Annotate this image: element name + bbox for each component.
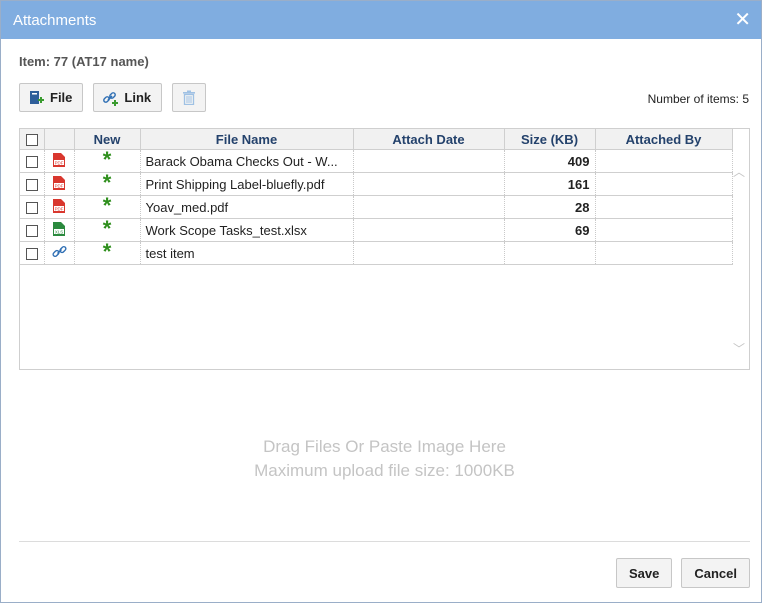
link-icon	[51, 245, 67, 258]
table-row[interactable]: XLS * Work Scope Tasks_test.xlsx 69	[20, 218, 733, 242]
add-file-button[interactable]: File	[19, 83, 84, 112]
attachments-dialog: Attachments ✕ Item: 77 (AT17 name) File …	[0, 0, 762, 603]
pdf-icon: PDF	[53, 152, 65, 167]
pdf-icon: PDF	[53, 198, 65, 213]
new-star-icon: *	[102, 218, 112, 241]
size-cell: 409	[504, 149, 596, 173]
new-star-icon: *	[102, 241, 112, 264]
svg-text:XLS: XLS	[55, 229, 63, 234]
row-checkbox[interactable]	[25, 156, 38, 169]
trash-icon	[183, 90, 196, 105]
file-upload-icon	[30, 90, 44, 104]
max-size-text: Maximum upload file size: 1000KB	[254, 461, 515, 480]
new-star-icon: *	[102, 149, 112, 172]
file-name-cell[interactable]: Print Shipping Label-bluefly.pdf	[140, 172, 354, 196]
row-checkbox[interactable]	[25, 179, 38, 192]
attached-by-cell	[595, 149, 733, 173]
drop-zone-text: Drag Files Or Paste Image Here	[263, 437, 506, 456]
attach-date-cell	[353, 195, 505, 219]
table-row[interactable]: PDF * Barack Obama Checks Out - W... 409	[20, 149, 733, 173]
row-checkbox[interactable]	[25, 248, 38, 261]
item-count: Number of items: 5	[647, 92, 749, 106]
size-cell: 28	[504, 195, 596, 219]
attached-by-cell	[595, 241, 733, 265]
row-checkbox[interactable]	[25, 202, 38, 215]
scroll-down-icon[interactable]: ﹀	[733, 340, 745, 357]
grid-header-row: New File Name Attach Date Size (KB) Atta…	[20, 129, 733, 150]
attach-date-cell	[353, 241, 505, 265]
file-button-label: File	[50, 90, 73, 105]
table-row[interactable]: * test item	[20, 241, 733, 265]
file-name-cell[interactable]: test item	[140, 241, 354, 265]
save-button[interactable]: Save	[615, 558, 673, 588]
table-row[interactable]: PDF * Print Shipping Label-bluefly.pdf 1…	[20, 172, 733, 196]
header-file-name[interactable]: File Name	[140, 129, 354, 150]
attach-date-cell	[353, 218, 505, 242]
svg-text:PDF: PDF	[55, 160, 64, 165]
header-attached-by[interactable]: Attached By	[595, 129, 733, 150]
xlsx-icon: XLS	[53, 221, 65, 236]
delete-button[interactable]	[172, 83, 207, 112]
file-name-cell[interactable]: Yoav_med.pdf	[140, 195, 354, 219]
dialog-actions: Save Cancel	[615, 558, 750, 588]
new-star-icon: *	[102, 172, 112, 195]
header-size[interactable]: Size (KB)	[504, 129, 596, 150]
attached-by-cell	[595, 195, 733, 219]
scroll-up-icon[interactable]: ︿	[733, 163, 745, 180]
size-cell: 69	[504, 218, 596, 242]
new-star-icon: *	[102, 195, 112, 218]
attach-date-cell	[353, 149, 505, 173]
link-add-icon	[103, 91, 119, 106]
attachments-grid: New File Name Attach Date Size (KB) Atta…	[19, 128, 750, 370]
header-new[interactable]: New	[74, 129, 141, 150]
select-all-checkbox[interactable]	[25, 134, 38, 147]
select-all-header[interactable]	[20, 129, 45, 150]
close-icon[interactable]: ✕	[734, 10, 751, 30]
table-row[interactable]: PDF * Yoav_med.pdf 28	[20, 195, 733, 219]
type-header	[44, 129, 75, 150]
cancel-button[interactable]: Cancel	[681, 558, 750, 588]
header-attach-date[interactable]: Attach Date	[353, 129, 505, 150]
size-cell	[504, 241, 596, 265]
title-bar: Attachments ✕	[1, 1, 761, 39]
attached-by-cell	[595, 172, 733, 196]
item-label: Item: 77 (AT17 name)	[19, 54, 149, 69]
attach-date-cell	[353, 172, 505, 196]
pdf-icon: PDF	[53, 175, 65, 190]
file-name-cell[interactable]: Barack Obama Checks Out - W...	[140, 149, 354, 173]
toolbar: File Link	[19, 83, 207, 112]
dialog-title: Attachments	[13, 11, 97, 29]
file-name-cell[interactable]: Work Scope Tasks_test.xlsx	[140, 218, 354, 242]
link-button-label: Link	[124, 90, 152, 105]
drop-zone[interactable]: Drag Files Or Paste Image Here Maximum u…	[19, 435, 750, 483]
attached-by-cell	[595, 218, 733, 242]
svg-text:PDF: PDF	[55, 183, 64, 188]
add-link-button[interactable]: Link	[93, 83, 163, 112]
row-checkbox[interactable]	[25, 225, 38, 238]
svg-text:PDF: PDF	[55, 206, 64, 211]
footer-divider	[19, 541, 750, 542]
size-cell: 161	[504, 172, 596, 196]
